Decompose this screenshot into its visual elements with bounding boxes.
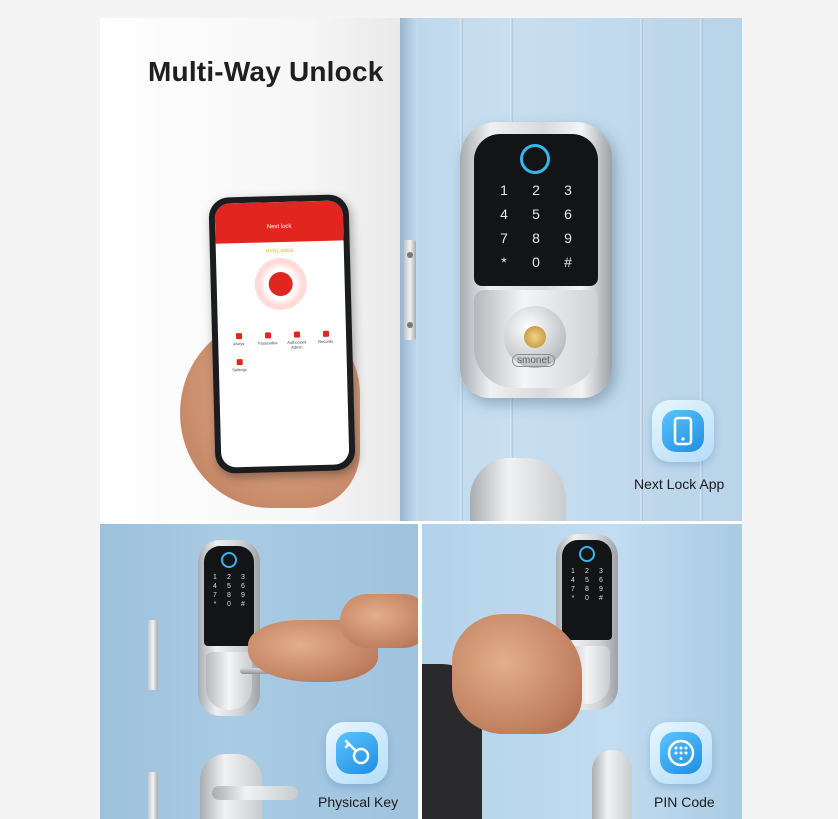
key-hash: # [241,601,245,608]
key-1: 1 [571,568,575,575]
feature-label-app: Next Lock App [634,476,725,492]
app-menu-item: Settings [225,359,254,373]
key-8: 8 [532,230,540,246]
app-header: Next lock [214,200,344,244]
page-title: Multi-Way Unlock [148,56,384,87]
hand [452,614,582,734]
door-lever-arm [212,786,298,800]
key-star: * [213,601,217,608]
smart-lock: 1 2 3 4 5 6 7 8 9 * 0 # smonet [460,122,612,398]
phone-icon [673,416,693,446]
key-0: 0 [227,601,231,608]
fingerprint-sensor-icon [221,552,237,568]
lock-escutcheon [206,652,252,710]
physical-key-panel: 1 2 3 4 5 6 7 8 9 * 0 # Physical Key [100,524,418,819]
app-menu-item: Passcodes [253,332,282,351]
fingerprint-sensor-icon [520,144,550,174]
key-4: 4 [571,577,575,584]
key-2: 2 [532,182,540,198]
arm [340,594,418,648]
key-6: 6 [241,583,245,590]
key-9: 9 [241,592,245,599]
key-9: 9 [564,230,572,246]
key-2: 2 [227,574,231,581]
door-lever [592,750,632,819]
key-star: * [571,595,575,602]
key-0: 0 [585,595,589,602]
brand-logo: smonet [512,354,555,367]
keypad-keys: 1 2 3 4 5 6 7 8 9 * 0 # [208,574,250,608]
padlock-icon [268,271,294,297]
app-menu: eKeys Passcodes Authorized Admin Records… [224,330,341,372]
app-menu-item: eKeys [224,333,253,352]
key-6: 6 [599,577,603,584]
pin-code-panel: 1 2 3 4 5 6 7 8 9 * 0 # PIN Code [422,524,742,819]
app-menu-item: Records [311,330,340,349]
app-badge [652,400,714,462]
smart-lock: 1 2 3 4 5 6 7 8 9 * 0 # [198,540,260,716]
key-hash: # [564,254,572,270]
feature-label-key: Physical Key [318,794,399,810]
key-7: 7 [500,230,508,246]
keypad-keys: 1 2 3 4 5 6 7 8 9 * 0 # [488,182,584,270]
app-device-name: M2001_30bbd1 [265,247,294,254]
key-8: 8 [585,586,589,593]
keyway-icon [524,326,546,348]
key-9: 9 [599,586,603,593]
door-handle [470,458,566,521]
app-title: Next lock [266,223,292,231]
key-7: 7 [571,586,575,593]
key-2: 2 [585,568,589,575]
key-0: 0 [532,254,540,270]
door-strike-plate [404,240,416,340]
key-5: 5 [585,577,589,584]
lock-keypad: 1 2 3 4 5 6 7 8 9 * 0 # [204,546,254,646]
key-3: 3 [599,568,603,575]
key-3: 3 [241,574,245,581]
lock-keypad: 1 2 3 4 5 6 7 8 9 * 0 # [474,134,598,286]
key-7: 7 [213,592,217,599]
app-unlock-ring [254,257,308,311]
strike-plate [148,620,158,690]
smartphone: Next lock M2001_30bbd1 eKeys Passcodes A… [208,194,356,474]
key-5: 5 [532,206,540,222]
key-hash: # [599,595,603,602]
key-4: 4 [213,583,217,590]
key-badge [326,722,388,784]
lock-escutcheon: smonet [474,290,598,388]
key-1: 1 [213,574,217,581]
product-image: Multi-Way Unlock 1 2 3 4 5 6 7 8 9 * 0 # [100,18,742,819]
key-6: 6 [564,206,572,222]
key-3: 3 [564,182,572,198]
phone-screen: Next lock M2001_30bbd1 eKeys Passcodes A… [214,200,350,468]
key-icon [344,739,370,765]
pin-badge [650,722,712,784]
top-panel: Multi-Way Unlock 1 2 3 4 5 6 7 8 9 * 0 # [100,18,742,521]
fingerprint-sensor-icon [579,546,595,562]
strike-plate [148,772,158,819]
feature-label-pin: PIN Code [654,794,715,810]
key-1: 1 [500,182,508,198]
lock-keypad: 1 2 3 4 5 6 7 8 9 * 0 # [562,540,612,640]
keypad-keys: 1 2 3 4 5 6 7 8 9 * 0 # [566,568,608,602]
key-star: * [501,254,507,270]
key-5: 5 [227,583,231,590]
keypad-icon [667,739,695,767]
key-4: 4 [500,206,508,222]
key-8: 8 [227,592,231,599]
app-menu-item: Authorized Admin [282,331,311,350]
